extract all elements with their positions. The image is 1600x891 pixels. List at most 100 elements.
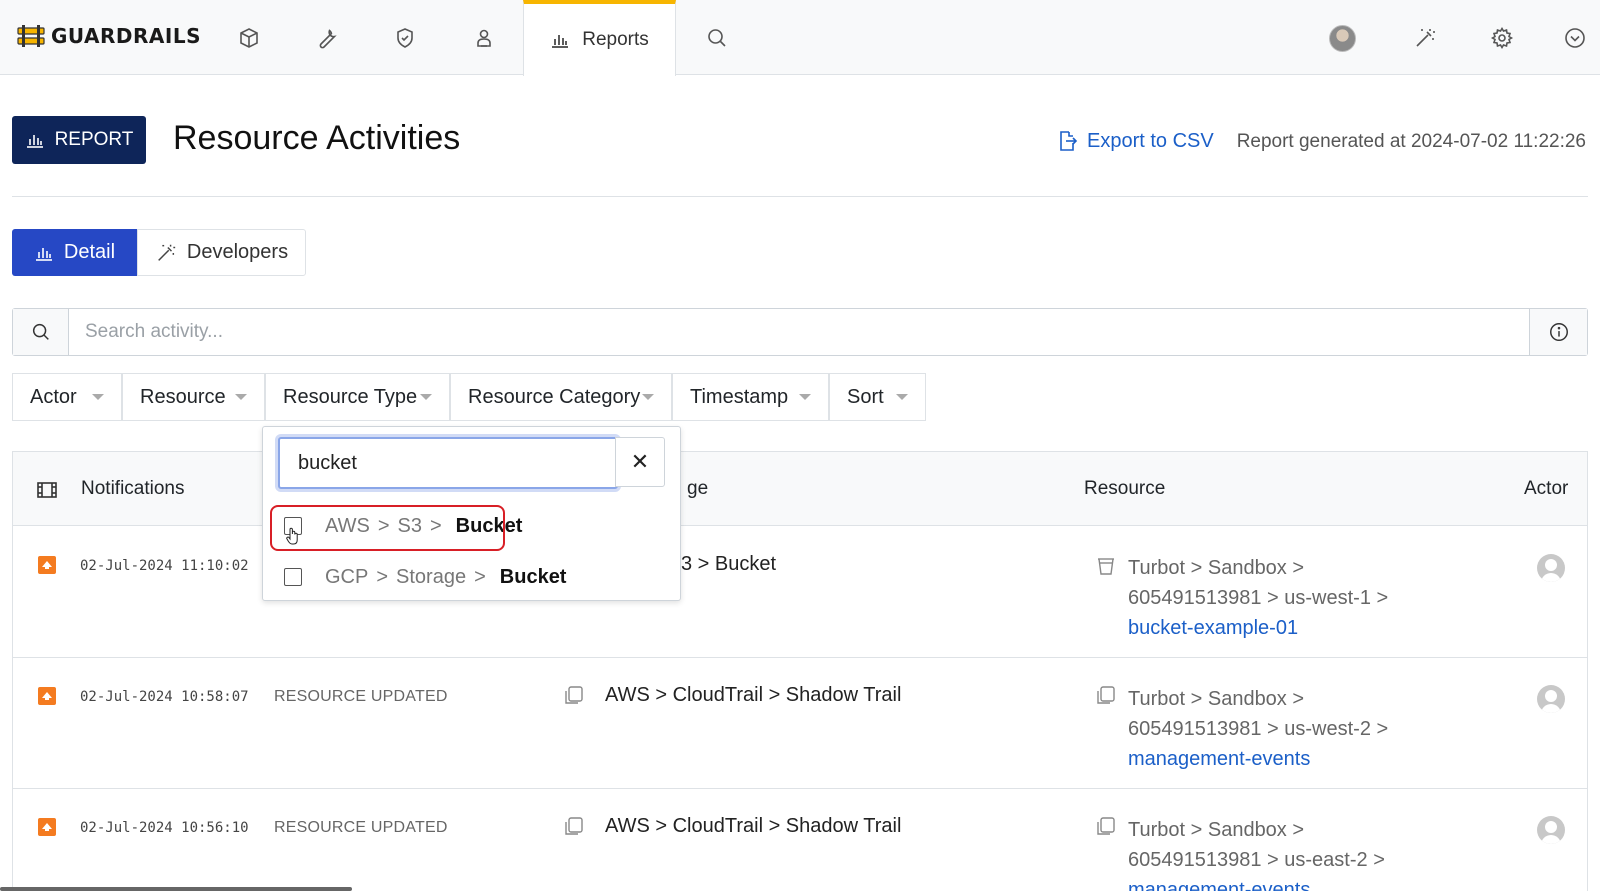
tab-reports-label: Reports bbox=[582, 29, 649, 50]
page-title: Resource Activities bbox=[173, 119, 461, 157]
header-resource: Resource bbox=[1084, 478, 1166, 499]
actor-avatar-icon[interactable] bbox=[1537, 685, 1565, 713]
guardrails-logo-icon bbox=[17, 25, 45, 47]
tab-detail[interactable]: Detail bbox=[12, 229, 137, 276]
row-resource-link[interactable]: bucket-example-01 bbox=[1128, 617, 1298, 639]
actor-avatar-icon[interactable] bbox=[1537, 554, 1565, 582]
horizontal-scrollbar[interactable] bbox=[0, 887, 352, 891]
activity-search bbox=[12, 308, 1588, 356]
row-resource: Turbot > Sandbox > 605491513981 > us-wes… bbox=[1128, 684, 1388, 774]
option-gcp-storage-bucket[interactable]: GCP > Storage > Bucket bbox=[271, 555, 566, 599]
row-resource-path: 605491513981 > us-west-1 > bbox=[1128, 587, 1389, 609]
filter-actor[interactable]: Actor bbox=[12, 373, 122, 421]
magic-wand-icon bbox=[158, 244, 176, 261]
arrow-up-icon bbox=[38, 687, 56, 705]
search-input[interactable] bbox=[69, 309, 1529, 355]
option-path: GCP bbox=[325, 565, 369, 588]
filter-sort-label: Sort bbox=[847, 385, 884, 408]
person-badge-icon[interactable] bbox=[470, 24, 498, 52]
copy-icon bbox=[563, 684, 585, 706]
filter-resource-label: Resource bbox=[140, 385, 226, 408]
filter-resource-category[interactable]: Resource Category bbox=[450, 373, 672, 421]
caret-down-icon bbox=[642, 394, 654, 400]
tab-developers-label: Developers bbox=[186, 241, 289, 263]
report-badge: REPORT bbox=[12, 116, 146, 164]
arrow-up-icon bbox=[38, 556, 56, 574]
caret-down-icon bbox=[896, 394, 908, 400]
row-timestamp: 02-Jul-2024 10:56:10 bbox=[80, 820, 249, 836]
caret-down-icon bbox=[235, 394, 247, 400]
wrench-icon[interactable] bbox=[313, 24, 341, 52]
gear-icon[interactable] bbox=[1488, 24, 1516, 52]
bucket-icon bbox=[1095, 555, 1117, 577]
magic-wand-icon[interactable] bbox=[1411, 24, 1439, 52]
logo[interactable]: GUARDRAILS bbox=[17, 24, 201, 48]
filter-actor-label: Actor bbox=[30, 385, 77, 408]
resource-type-search-input[interactable] bbox=[278, 437, 618, 489]
chevron-circle-down-icon[interactable] bbox=[1561, 24, 1589, 52]
copy-icon bbox=[1095, 684, 1117, 706]
row-resource-path: Turbot > Sandbox > bbox=[1128, 688, 1305, 710]
row-resource-link[interactable]: management-events bbox=[1128, 748, 1310, 770]
header-notifications: Notifications bbox=[81, 478, 185, 499]
search-icon[interactable] bbox=[13, 309, 69, 355]
tab-reports[interactable]: Reports bbox=[523, 0, 676, 76]
header-type: ge bbox=[687, 478, 709, 499]
report-badge-label: REPORT bbox=[54, 129, 134, 150]
cube-icon[interactable] bbox=[235, 24, 263, 52]
row-resource-path: 605491513981 > us-west-2 > bbox=[1128, 718, 1389, 740]
divider bbox=[12, 196, 1588, 197]
file-export-icon bbox=[1060, 131, 1078, 151]
avatar[interactable] bbox=[1329, 25, 1356, 52]
table-row[interactable]: 02-Jul-2024 10:56:10 RESOURCE UPDATED AW… bbox=[13, 789, 1587, 891]
filter-timestamp[interactable]: Timestamp bbox=[672, 373, 829, 421]
option-leaf: Bucket bbox=[499, 565, 567, 588]
highlight-box bbox=[270, 505, 505, 551]
table-row[interactable]: 02-Jul-2024 10:58:07 RESOURCE UPDATED AW… bbox=[13, 658, 1587, 789]
clear-search-button[interactable]: ✕ bbox=[615, 437, 665, 487]
arrow-up-icon bbox=[38, 818, 56, 836]
filter-timestamp-label: Timestamp bbox=[690, 385, 789, 408]
filter-sort[interactable]: Sort bbox=[829, 373, 926, 421]
tab-detail-label: Detail bbox=[63, 241, 116, 263]
row-resource-type: AWS > CloudTrail > Shadow Trail bbox=[605, 684, 902, 706]
filter-resource-type-label: Resource Type bbox=[283, 385, 418, 408]
row-resource-link[interactable]: management-events bbox=[1128, 879, 1310, 891]
bar-chart-icon bbox=[26, 135, 43, 148]
row-resource: Turbot > Sandbox > 605491513981 > us-eas… bbox=[1128, 815, 1385, 891]
table-row[interactable]: 02-Jul-2024 11:10:02 3 > Bucket Turbot >… bbox=[13, 527, 1587, 658]
info-icon[interactable] bbox=[1529, 309, 1587, 355]
actor-avatar-icon[interactable] bbox=[1537, 816, 1565, 844]
report-generated-timestamp: Report generated at 2024-07-02 11:22:26 bbox=[1236, 131, 1586, 152]
row-timestamp: 02-Jul-2024 10:58:07 bbox=[80, 689, 249, 705]
export-csv-link[interactable]: Export to CSV bbox=[1055, 129, 1214, 153]
caret-down-icon bbox=[420, 394, 432, 400]
row-resource-path: Turbot > Sandbox > bbox=[1128, 557, 1305, 579]
copy-icon bbox=[1095, 815, 1117, 837]
row-resource-type: AWS > CloudTrail > Shadow Trail bbox=[605, 815, 902, 837]
film-icon[interactable] bbox=[36, 480, 58, 500]
row-resource-path: Turbot > Sandbox > bbox=[1128, 819, 1305, 841]
path-separator: > bbox=[474, 565, 486, 588]
bar-chart-icon bbox=[552, 35, 569, 48]
filter-resource-type[interactable]: Resource Type bbox=[265, 373, 450, 421]
table-header: Notifications ge Resource Actor bbox=[13, 452, 1587, 526]
tab-developers[interactable]: Developers bbox=[137, 229, 306, 276]
row-event: RESOURCE UPDATED bbox=[274, 688, 448, 705]
row-event: RESOURCE UPDATED bbox=[274, 819, 448, 836]
row-timestamp: 02-Jul-2024 11:10:02 bbox=[80, 558, 249, 574]
row-resource: Turbot > Sandbox > 605491513981 > us-wes… bbox=[1128, 553, 1388, 643]
bar-chart-icon bbox=[35, 247, 52, 261]
search-icon[interactable] bbox=[703, 24, 731, 52]
top-nav: GUARDRAILS Reports bbox=[0, 0, 1600, 76]
shield-check-icon[interactable] bbox=[391, 24, 419, 52]
option-path: Storage bbox=[396, 565, 467, 588]
filter-resource[interactable]: Resource bbox=[122, 373, 265, 421]
hand-cursor-icon bbox=[286, 527, 298, 545]
caret-down-icon bbox=[92, 394, 104, 400]
activity-table: Notifications ge Resource Actor 02-Jul-2… bbox=[12, 451, 1588, 891]
row-resource-type: 3 > Bucket bbox=[681, 553, 777, 575]
checkbox[interactable] bbox=[284, 568, 302, 586]
export-csv-label: Export to CSV bbox=[1087, 129, 1214, 152]
path-separator: > bbox=[376, 565, 389, 588]
